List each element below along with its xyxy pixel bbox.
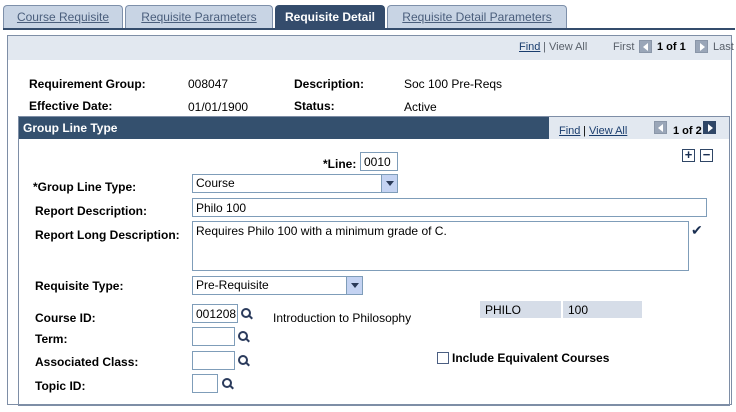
status-value: Active bbox=[404, 100, 437, 114]
requirement-group-value: 008047 bbox=[188, 77, 229, 91]
term-search-icon[interactable] bbox=[237, 330, 250, 343]
include-equivalent-checkbox[interactable] bbox=[437, 352, 449, 364]
spell-check-icon[interactable]: ✔ bbox=[691, 223, 707, 237]
term-input[interactable] bbox=[192, 327, 235, 346]
report-description-input[interactable]: Philo 100 bbox=[192, 198, 707, 217]
next-arrow-icon[interactable] bbox=[695, 40, 708, 53]
description-label: Description: bbox=[294, 77, 365, 91]
top-nav-bar: Find | View All First 1 of 1 Last bbox=[8, 36, 734, 60]
chevron-down-icon bbox=[381, 175, 397, 192]
previous-arrow-icon[interactable] bbox=[639, 40, 652, 53]
add-row-icon[interactable]: + bbox=[682, 148, 695, 162]
catalog-number-value: 100 bbox=[563, 301, 642, 318]
group-line-title: Group Line Type bbox=[23, 121, 118, 135]
associated-class-search-icon[interactable] bbox=[237, 354, 250, 367]
associated-class-label: Associated Class: bbox=[35, 355, 139, 369]
group-line-type-section: Group Line Type Find | View All 1 of 2 +… bbox=[18, 116, 730, 406]
tab-course-requisite[interactable]: Course Requisite bbox=[3, 5, 123, 29]
requisite-detail-panel: Find | View All First 1 of 1 Last Requir… bbox=[7, 35, 734, 406]
tab-requisite-parameters[interactable]: Requisite Parameters bbox=[125, 5, 273, 29]
requirement-group-label: Requirement Group: bbox=[29, 77, 146, 91]
tab-requisite-detail-parameters[interactable]: Requisite Detail Parameters bbox=[387, 5, 567, 29]
first-label: First bbox=[613, 41, 635, 53]
topic-id-search-icon[interactable] bbox=[221, 377, 234, 390]
group-line-type-label: *Group Line Type: bbox=[33, 180, 137, 194]
include-equivalent-label: Include Equivalent Courses bbox=[452, 351, 610, 365]
last-label: Last bbox=[713, 41, 734, 53]
subject-value: PHILO bbox=[480, 301, 561, 318]
description-value: Soc 100 Pre-Reqs bbox=[404, 77, 503, 91]
tab-requisite-detail[interactable]: Requisite Detail bbox=[275, 5, 385, 29]
report-long-description-label: Report Long Description: bbox=[35, 228, 180, 242]
nav-separator: | bbox=[583, 125, 586, 137]
group-line-header: Group Line Type Find | View All 1 of 2 bbox=[19, 117, 729, 139]
tab-underline bbox=[3, 28, 735, 30]
delete-row-icon[interactable]: − bbox=[700, 148, 713, 162]
course-id-search-icon[interactable] bbox=[240, 307, 253, 320]
group-row-count: 1 of 2 bbox=[673, 125, 702, 137]
topic-id-label: Topic ID: bbox=[35, 379, 86, 393]
term-label: Term: bbox=[35, 332, 68, 346]
report-long-description-textarea[interactable]: Requires Philo 100 with a minimum grade … bbox=[192, 221, 689, 271]
topic-id-input[interactable] bbox=[192, 374, 218, 393]
status-label: Status: bbox=[294, 99, 335, 113]
find-link[interactable]: Find bbox=[519, 41, 540, 53]
row-count: 1 of 1 bbox=[657, 41, 686, 53]
requisite-type-label: Requisite Type: bbox=[35, 279, 124, 293]
effective-date-label: Effective Date: bbox=[29, 99, 113, 113]
group-view-all-link[interactable]: View All bbox=[589, 125, 627, 137]
group-next-arrow-icon[interactable] bbox=[703, 121, 716, 134]
group-previous-arrow-icon[interactable] bbox=[654, 121, 667, 134]
line-label: *Line: bbox=[323, 157, 357, 171]
nav-separator: | bbox=[543, 41, 546, 53]
course-title: Introduction to Philosophy bbox=[273, 311, 412, 325]
group-line-type-select[interactable]: Course bbox=[192, 174, 398, 193]
view-all-disabled: View All bbox=[549, 41, 588, 53]
effective-date-value: 01/01/1900 bbox=[188, 100, 249, 114]
associated-class-input[interactable] bbox=[192, 351, 235, 370]
course-id-input[interactable]: 001208 bbox=[192, 304, 238, 323]
group-find-link[interactable]: Find bbox=[559, 125, 580, 137]
course-id-label: Course ID: bbox=[35, 311, 96, 325]
chevron-down-icon bbox=[346, 277, 362, 294]
requisite-type-select[interactable]: Pre-Requisite bbox=[192, 276, 363, 295]
report-description-label: Report Description: bbox=[35, 204, 148, 218]
line-input[interactable]: 0010 bbox=[360, 152, 398, 171]
